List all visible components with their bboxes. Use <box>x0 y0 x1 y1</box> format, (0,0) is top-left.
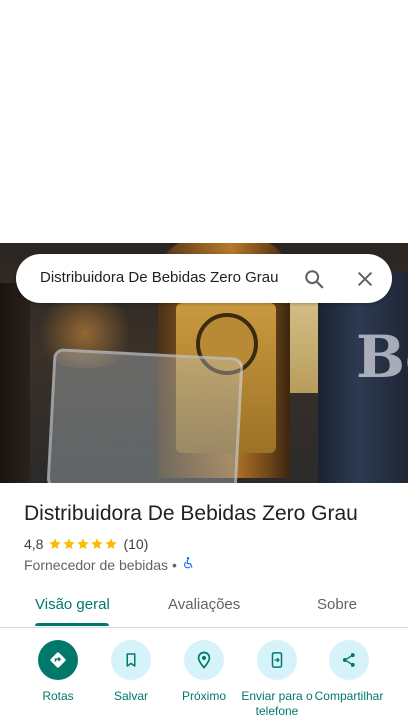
nearby-icon <box>184 640 224 680</box>
search-icon[interactable] <box>301 266 327 292</box>
nearby-button[interactable]: Próximo <box>167 640 241 704</box>
bookmark-icon <box>111 640 151 680</box>
save-button[interactable]: Salvar <box>94 640 168 704</box>
rating-stars <box>48 537 118 551</box>
active-tab-indicator <box>35 623 109 626</box>
place-title: Distribuidora De Bebidas Zero Grau <box>24 502 358 525</box>
category-row: Fornecedor de bebidas • <box>24 556 195 573</box>
reviews-count: (10) <box>123 536 149 552</box>
tab-bar: Visão geral Avaliações Sobre <box>0 586 408 628</box>
star-icon <box>77 538 90 549</box>
place-details-screen: Bo Distribuidora De Bebidas Zero Grau Di… <box>0 0 408 726</box>
directions-label: Rotas <box>42 689 74 703</box>
star-icon <box>91 538 104 549</box>
star-icon <box>63 538 76 549</box>
share-icon <box>329 640 369 680</box>
rating-value: 4,8 <box>24 536 44 552</box>
action-bar: Rotas Salvar Próximo Enviar para o telef… <box>0 640 408 726</box>
photo-can-text: Bo <box>356 323 408 391</box>
send-to-phone-label: Enviar para o telefone <box>241 689 313 718</box>
tab-reviews[interactable]: Avaliações <box>168 596 240 613</box>
tabs-divider <box>0 627 408 628</box>
save-label: Salvar <box>113 689 148 703</box>
search-bar[interactable]: Distribuidora De Bebidas Zero Grau <box>16 254 392 303</box>
star-icon <box>105 538 118 549</box>
wheelchair-accessible-icon <box>181 556 195 573</box>
send-to-phone-icon <box>257 640 297 680</box>
send-to-phone-button[interactable]: Enviar para o telefone <box>240 640 314 719</box>
tab-about[interactable]: Sobre <box>317 596 357 613</box>
nearby-label: Próximo <box>181 689 226 703</box>
share-label: Compartilhar <box>314 689 384 703</box>
rating-row[interactable]: 4,8 (10) <box>24 536 148 552</box>
tab-overview[interactable]: Visão geral <box>35 596 110 613</box>
share-button[interactable]: Compartilhar <box>312 640 386 704</box>
photo-glass <box>46 348 244 483</box>
search-query[interactable]: Distribuidora De Bebidas Zero Grau <box>40 269 278 286</box>
close-icon[interactable] <box>352 266 378 292</box>
photo-shadow <box>0 283 30 483</box>
place-category: Fornecedor de bebidas <box>24 556 168 573</box>
directions-button[interactable]: Rotas <box>21 640 95 704</box>
separator-dot: • <box>172 556 177 573</box>
directions-icon <box>38 640 78 680</box>
star-icon <box>49 538 62 549</box>
